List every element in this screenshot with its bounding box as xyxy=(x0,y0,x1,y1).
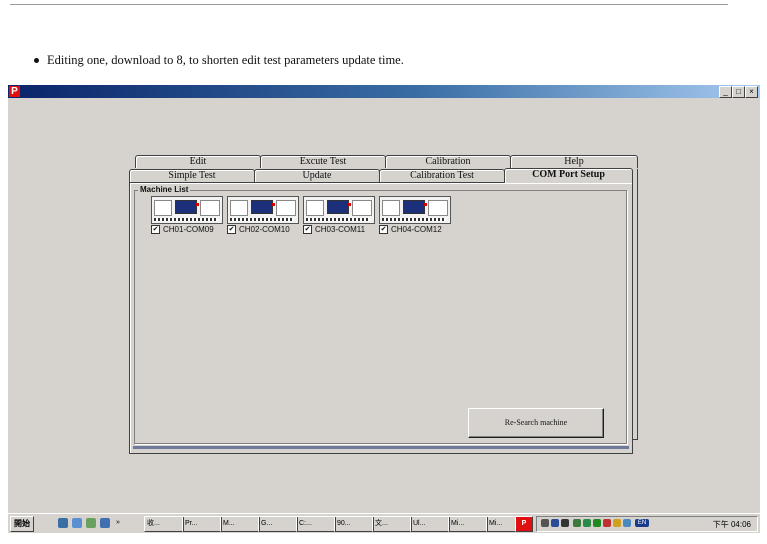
taskbar-button[interactable]: 文... xyxy=(372,516,412,532)
bullet-dot xyxy=(34,57,39,63)
machine-list-title: Machine List xyxy=(138,185,191,194)
machine-image xyxy=(151,196,223,224)
tray-icon[interactable] xyxy=(541,519,549,527)
machine-label: CH04-COM12 xyxy=(391,225,442,234)
machine-item[interactable]: ✔ CH02-COM10 xyxy=(227,196,299,235)
tab-simple-test[interactable]: Simple Test xyxy=(129,169,255,182)
machine-checkbox[interactable]: ✔ xyxy=(303,225,312,235)
tray-icon[interactable] xyxy=(613,519,621,527)
tray-icon[interactable] xyxy=(623,519,631,527)
machine-image xyxy=(379,196,451,224)
app-screen: P _ □ × Edit Excute Test Calibration Hel… xyxy=(8,85,760,532)
taskbar-button[interactable]: C:... xyxy=(296,516,336,532)
machine-item[interactable]: ✔ CH01-COM09 xyxy=(151,196,223,235)
panel-bottom-bar xyxy=(133,446,629,449)
taskbar-button[interactable]: Mi... xyxy=(448,516,488,532)
window-titlebar: P _ □ × xyxy=(8,85,760,98)
tab-edit[interactable]: Edit xyxy=(135,155,261,168)
tray-icon[interactable] xyxy=(561,519,569,527)
machine-item[interactable]: ✔ CH04-COM12 xyxy=(379,196,451,235)
ie-icon[interactable] xyxy=(58,518,68,528)
bullet-text: Editing one, download to 8, to shorten e… xyxy=(47,53,404,67)
tab-com-port-setup[interactable]: COM Port Setup xyxy=(504,168,633,183)
quick-launch-more[interactable]: » xyxy=(114,516,122,530)
taskbar-button[interactable]: Mi... xyxy=(486,516,518,532)
start-button[interactable]: 開始 xyxy=(10,516,34,532)
app-quick-icon[interactable] xyxy=(100,518,110,528)
machine-label: CH01-COM09 xyxy=(163,225,214,234)
machine-checkbox[interactable]: ✔ xyxy=(379,225,388,235)
tray-icon[interactable] xyxy=(593,519,601,527)
machine-checkbox[interactable]: ✔ xyxy=(151,225,160,235)
machine-label: CH03-COM11 xyxy=(315,225,366,234)
explorer-icon[interactable] xyxy=(86,518,96,528)
machine-item[interactable]: ✔ CH03-COM11 xyxy=(303,196,375,235)
ime-indicator[interactable]: EN xyxy=(635,519,649,527)
tray-icon[interactable] xyxy=(573,519,581,527)
taskbar-button[interactable]: 90... xyxy=(334,516,374,532)
taskbar-button[interactable]: M... xyxy=(220,516,260,532)
tab-calibration-test[interactable]: Calibration Test xyxy=(379,169,505,182)
machine-image xyxy=(227,196,299,224)
taskbar-button[interactable]: Pr... xyxy=(182,516,222,532)
machine-checkbox[interactable]: ✔ xyxy=(227,225,236,235)
taskbar-button[interactable]: G... xyxy=(258,516,298,532)
desktop-icon[interactable] xyxy=(72,518,82,528)
tray-icon[interactable] xyxy=(551,519,559,527)
minimize-button[interactable]: _ xyxy=(719,86,732,98)
taskbar-active-app[interactable]: P xyxy=(515,516,533,532)
maximize-button[interactable]: □ xyxy=(732,86,745,98)
bullet-item: Editing one, download to 8, to shorten e… xyxy=(34,53,404,68)
system-tray: EN 下午 04:06 xyxy=(536,516,758,532)
horizontal-rule xyxy=(10,4,728,5)
clock[interactable]: 下午 04:06 xyxy=(713,519,751,530)
tray-icon[interactable] xyxy=(583,519,591,527)
taskbar: 開始 » 收... Pr... M... G... C:... 90... 文.… xyxy=(8,513,760,533)
re-search-machine-button[interactable]: Re-Search machine xyxy=(468,408,604,438)
machine-image xyxy=(303,196,375,224)
taskbar-button[interactable]: 收... xyxy=(144,516,184,532)
tray-icon[interactable] xyxy=(603,519,611,527)
taskbar-button[interactable]: Ul... xyxy=(410,516,450,532)
app-icon[interactable]: P xyxy=(9,86,20,97)
tab-excute-test[interactable]: Excute Test xyxy=(260,155,386,168)
tab-help[interactable]: Help xyxy=(510,155,638,168)
close-button[interactable]: × xyxy=(745,86,758,98)
machine-label: CH02-COM10 xyxy=(239,225,290,234)
tab-calibration[interactable]: Calibration xyxy=(385,155,511,168)
tab-update[interactable]: Update xyxy=(254,169,380,182)
